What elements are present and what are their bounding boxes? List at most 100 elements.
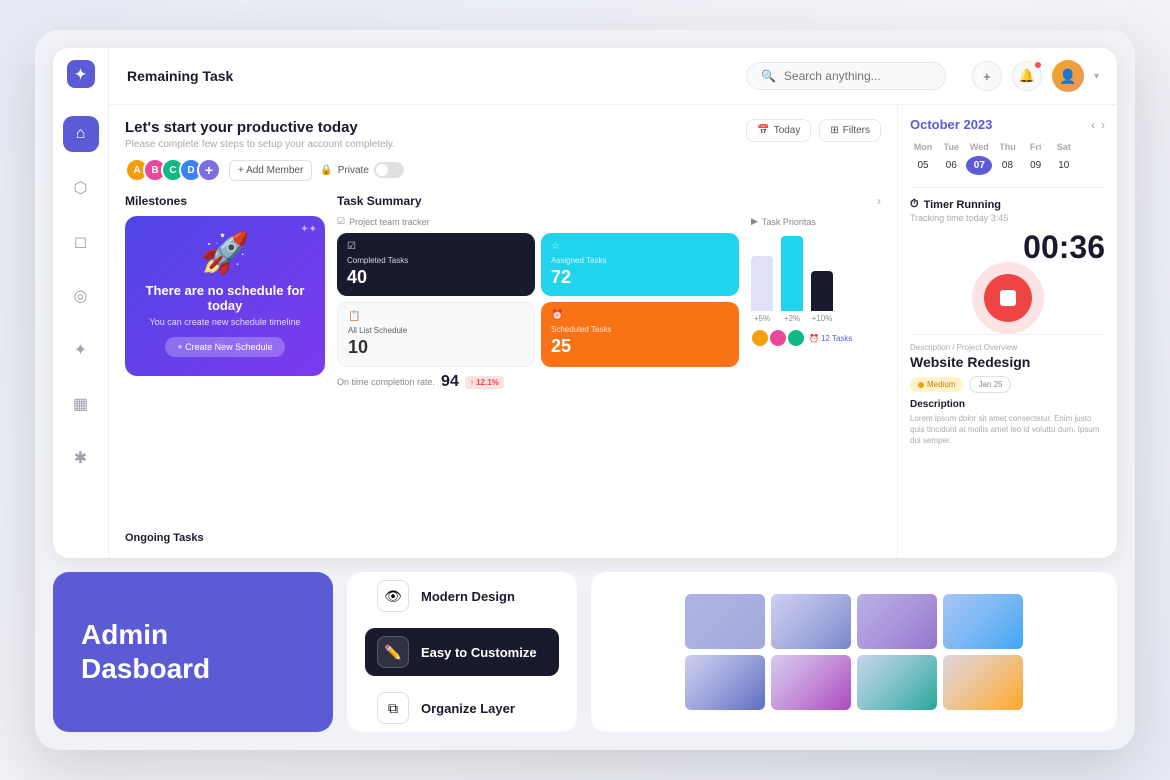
main-content: Remaining Task 🔍 + 🔔 👤 ▾ [109, 48, 1117, 558]
content-area: Let's start your productive today Please… [109, 105, 897, 558]
bar-label-2: +2% [784, 314, 800, 323]
desc-title: Description [910, 399, 1105, 410]
schedule-value: 10 [348, 337, 524, 358]
private-toggle: 🔒 Private [320, 162, 404, 178]
cal-day-07[interactable]: 07 [966, 156, 992, 175]
tag-dot [918, 382, 924, 388]
task-summary-title: Task Summary [337, 194, 422, 208]
feature-item-easy-customize[interactable]: ✏️ Easy to Customize [365, 628, 559, 676]
add-member-button[interactable]: + Add Member [229, 160, 312, 181]
scheduled-icon: ⏰ [551, 310, 729, 321]
cal-day-10[interactable]: 10 [1051, 156, 1077, 175]
completion-badge: ↑ 12.1% [465, 376, 504, 389]
completion-row: On time completion rate. 94 ↑ 12.1% [337, 373, 739, 391]
preview-thumb-7 [857, 655, 937, 710]
hero-subtext: Please complete few steps to setup your … [125, 139, 404, 150]
chart-avatar-3 [787, 329, 805, 347]
preview-thumb-2 [771, 594, 851, 649]
stars-icon: ✦✦ [300, 224, 317, 235]
completed-icon: ☑ [347, 241, 525, 252]
private-label: Private [338, 165, 369, 176]
completed-label: Completed Tasks [347, 256, 525, 265]
tracker-label: ☑ Project team tracker [337, 216, 739, 227]
assigned-icon: ☆ [551, 241, 729, 252]
project-tags: Medium Jan 25 [910, 376, 1105, 393]
filters-button[interactable]: ⊞ Filters [819, 119, 881, 142]
avatar-chevron: ▾ [1094, 71, 1099, 82]
completed-value: 40 [347, 267, 525, 288]
preview-thumb-6 [771, 655, 851, 710]
bar-1 [751, 256, 773, 311]
sidebar-item-settings[interactable]: ✦ [63, 332, 99, 368]
cal-header-wed: Wed [966, 140, 992, 154]
feature-item-organize-layer[interactable]: ⧉ Organize Layer [365, 684, 559, 732]
sidebar-item-monitor[interactable]: ⬡ [63, 170, 99, 206]
chart-avatar-1 [751, 329, 769, 347]
prioritas-label: ▶ Task Prioritas [751, 216, 881, 227]
milestones-card: Milestones ✦✦ There are no schedule for … [125, 194, 325, 516]
avatar-add[interactable]: + [197, 158, 221, 182]
calendar-grid: Mon Tue Wed Thu Fri Sat 05 06 07 08 09 [910, 140, 1105, 175]
notification-dot [1034, 61, 1042, 69]
feature-label-modern-design: Modern Design [421, 589, 515, 604]
cal-header-fri: Fri [1023, 140, 1049, 154]
eye-icon: 👁 [377, 580, 409, 612]
add-button[interactable]: + [972, 61, 1002, 91]
cal-day-09[interactable]: 09 [1023, 156, 1049, 175]
cal-header-placeholder [1079, 140, 1105, 154]
desc-text: Lorem ipsum dolor sit amet consectetur. … [910, 413, 1105, 447]
stat-completed: ☑ Completed Tasks 40 [337, 233, 535, 296]
toggle-switch[interactable] [374, 162, 404, 178]
sidebar-item-tools[interactable]: ✱ [63, 440, 99, 476]
preview-card [591, 572, 1117, 732]
project-tracker: ☑ Project team tracker ☑ Completed Tasks… [337, 216, 739, 391]
assigned-label: Assigned Tasks [551, 256, 729, 265]
sidebar-item-calendar[interactable]: ▦ [63, 386, 99, 422]
hero-text: Let's start your productive today Please… [125, 119, 404, 182]
search-input[interactable] [784, 69, 931, 83]
today-button[interactable]: 📅 Today [746, 119, 811, 142]
task-summary-chevron: › [877, 194, 881, 208]
hero-heading: Let's start your productive today [125, 119, 404, 136]
preview-thumb-5 [685, 655, 765, 710]
search-bar[interactable]: 🔍 [746, 62, 946, 90]
calendar-header: October 2023 ‹ › [910, 117, 1105, 132]
cal-day-08[interactable]: 08 [994, 156, 1020, 175]
schedule-icon: 📋 [348, 311, 524, 322]
timer-stop-button[interactable] [984, 274, 1032, 322]
bar-3 [811, 271, 833, 311]
project-desc-label: Description / Project Overview [910, 343, 1105, 352]
cal-header-thu: Thu [994, 140, 1020, 154]
tag-date: Jan 25 [969, 376, 1011, 393]
preview-thumb-1 [685, 594, 765, 649]
video-icon: ▶ [751, 216, 758, 227]
sidebar-item-chat[interactable]: ◻ [63, 224, 99, 260]
dashboard-header: Remaining Task 🔍 + 🔔 👤 ▾ [109, 48, 1117, 105]
cal-day-05[interactable]: 05 [910, 156, 936, 175]
sidebar-item-home[interactable]: ⌂ [63, 116, 99, 152]
calendar-prev[interactable]: ‹ [1091, 118, 1095, 132]
sidebar-item-users[interactable]: ◎ [63, 278, 99, 314]
feature-label-easy-customize: Easy to Customize [421, 645, 537, 660]
cal-header-tue: Tue [938, 140, 964, 154]
bar-label-1: +5% [754, 314, 770, 323]
calendar-next[interactable]: › [1101, 118, 1105, 132]
preview-thumb-8 [943, 655, 1023, 710]
features-card: 👁 Modern Design ✏️ Easy to Customize ⧉ O… [347, 572, 577, 732]
milestone-banner: ✦✦ There are no schedule for today You c… [125, 216, 325, 376]
notification-button[interactable]: 🔔 [1012, 61, 1042, 91]
avatar[interactable]: 👤 [1052, 60, 1084, 92]
timer-section: ⏱ Timer Running Tracking time today 3:45… [910, 187, 1105, 322]
preview-grid [673, 582, 1035, 722]
stat-grid: ☑ Completed Tasks 40 ☆ Assigned Tasks 72 [337, 233, 739, 367]
bar-group-1: +5% [751, 256, 773, 323]
create-schedule-button[interactable]: + Create New Schedule [165, 337, 284, 357]
milestone-subtext: You can create new schedule timeline [150, 317, 301, 327]
feature-item-modern-design[interactable]: 👁 Modern Design [365, 572, 559, 620]
scheduled-label: Scheduled Tasks [551, 325, 729, 334]
cal-day-06[interactable]: 06 [938, 156, 964, 175]
cards-row: Milestones ✦✦ There are no schedule for … [125, 194, 881, 516]
header-title: Remaining Task [127, 68, 233, 84]
timer-label: ⏱ Timer Running [910, 198, 1105, 211]
preview-thumb-4 [943, 594, 1023, 649]
